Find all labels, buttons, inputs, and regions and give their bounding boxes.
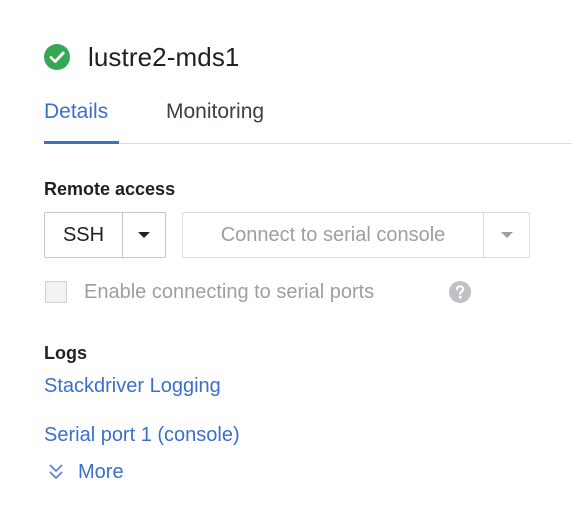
more-link[interactable]: More xyxy=(78,458,124,486)
remote-access-heading: Remote access xyxy=(44,179,176,199)
double-chevron-down-icon[interactable] xyxy=(46,462,66,482)
logs-heading: Logs xyxy=(44,343,87,363)
tab-details[interactable]: Details xyxy=(44,98,108,126)
serial-ports-checkbox[interactable] xyxy=(45,281,67,303)
stackdriver-logging-link[interactable]: Stackdriver Logging xyxy=(44,372,221,400)
chevron-down-icon xyxy=(500,232,513,238)
serial-ports-checkbox-label: Enable connecting to serial ports xyxy=(84,281,375,303)
ssh-dropdown-button[interactable] xyxy=(123,213,165,257)
serial-console-dropdown-button[interactable] xyxy=(484,213,529,257)
tab-monitoring[interactable]: Monitoring xyxy=(166,98,264,126)
ssh-button[interactable]: SSH xyxy=(45,213,123,257)
active-tab-indicator xyxy=(44,141,119,144)
serial-port-console-link[interactable]: Serial port 1 (console) xyxy=(44,421,240,449)
ssh-split-button: SSH xyxy=(44,212,166,258)
check-circle-icon xyxy=(44,44,70,70)
chevron-down-icon xyxy=(138,232,150,238)
help-icon[interactable] xyxy=(448,280,472,304)
serial-console-button[interactable]: Connect to serial console xyxy=(183,213,484,257)
serial-console-split-button: Connect to serial console xyxy=(182,212,530,258)
instance-name: lustre2-mds1 xyxy=(88,42,240,72)
tabs-divider xyxy=(44,143,572,144)
